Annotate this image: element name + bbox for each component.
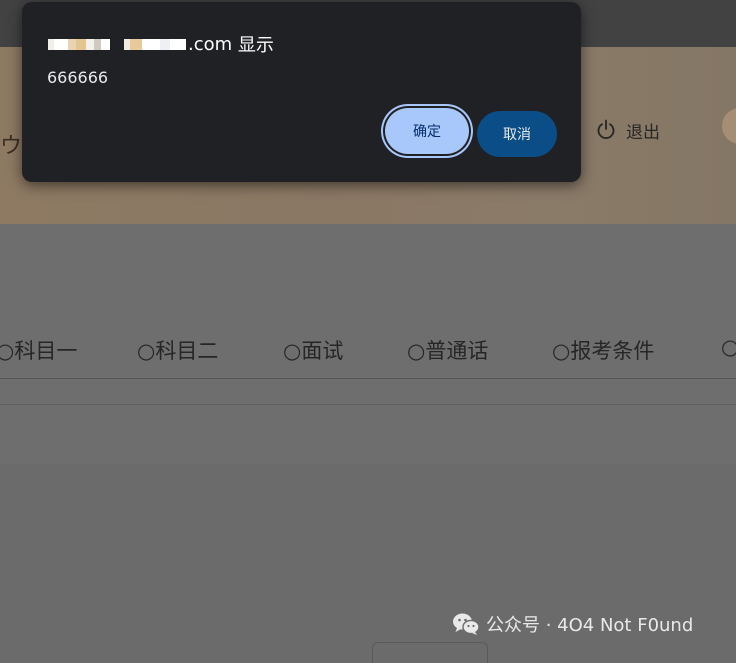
tab-more[interactable]: ○ [721,335,736,359]
dialog-title: .com 显示 [48,32,274,56]
header-logo-fragment: ウ [0,134,23,159]
cancel-button[interactable]: 取消 [477,111,557,157]
dialog-message: 666666 [47,68,109,87]
redacted-origin [48,37,186,51]
tab-label: ○科目二 [137,339,219,363]
ok-button[interactable]: 确定 [385,108,469,154]
tab-subject-two[interactable]: ○科目二 [137,335,218,365]
logout-button[interactable]: 退出 [596,116,660,144]
tab-label: ○面试 [283,339,344,363]
tabs-divider [0,378,736,379]
tab-label: ○报考条件 [552,339,655,363]
tab-mandarin[interactable]: ○普通话 [407,335,488,365]
origin-suffix: .com [188,33,233,55]
tab-label: ○普通话 [407,339,489,363]
tab-interview[interactable]: ○面试 [283,335,343,365]
wechat-icon [453,613,480,635]
tab-exam-requirements[interactable]: ○报考条件 [552,335,654,365]
watermark-text: 公众号 · 4O4 Not F0und [486,615,694,636]
logout-label: 退出 [626,122,660,143]
title-suffix: 显示 [232,35,274,56]
power-icon [597,119,615,139]
section-divider [0,404,736,405]
alert-dialog: .com 显示 666666 确定 取消 [22,2,581,182]
tab-label: ○科目一 [0,339,78,363]
category-tabs: ○科目一 ○科目二 ○面试 ○普通话 ○报考条件 ○ [0,330,736,378]
tab-label: ○ [721,335,736,359]
watermark: 公众号 · 4O4 Not F0und [452,612,693,636]
tab-subject-one[interactable]: ○科目一 [0,335,77,365]
